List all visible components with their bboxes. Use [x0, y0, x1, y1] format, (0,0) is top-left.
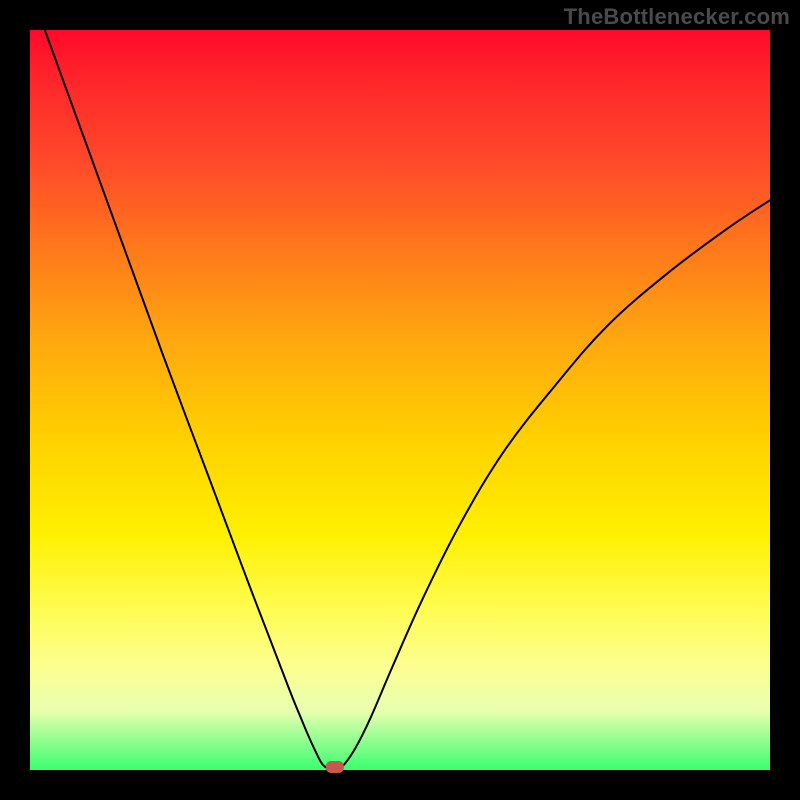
curve-right-branch [337, 200, 770, 770]
chart-svg [0, 0, 800, 800]
curve-left-branch [45, 30, 334, 770]
minimum-marker [326, 761, 344, 773]
